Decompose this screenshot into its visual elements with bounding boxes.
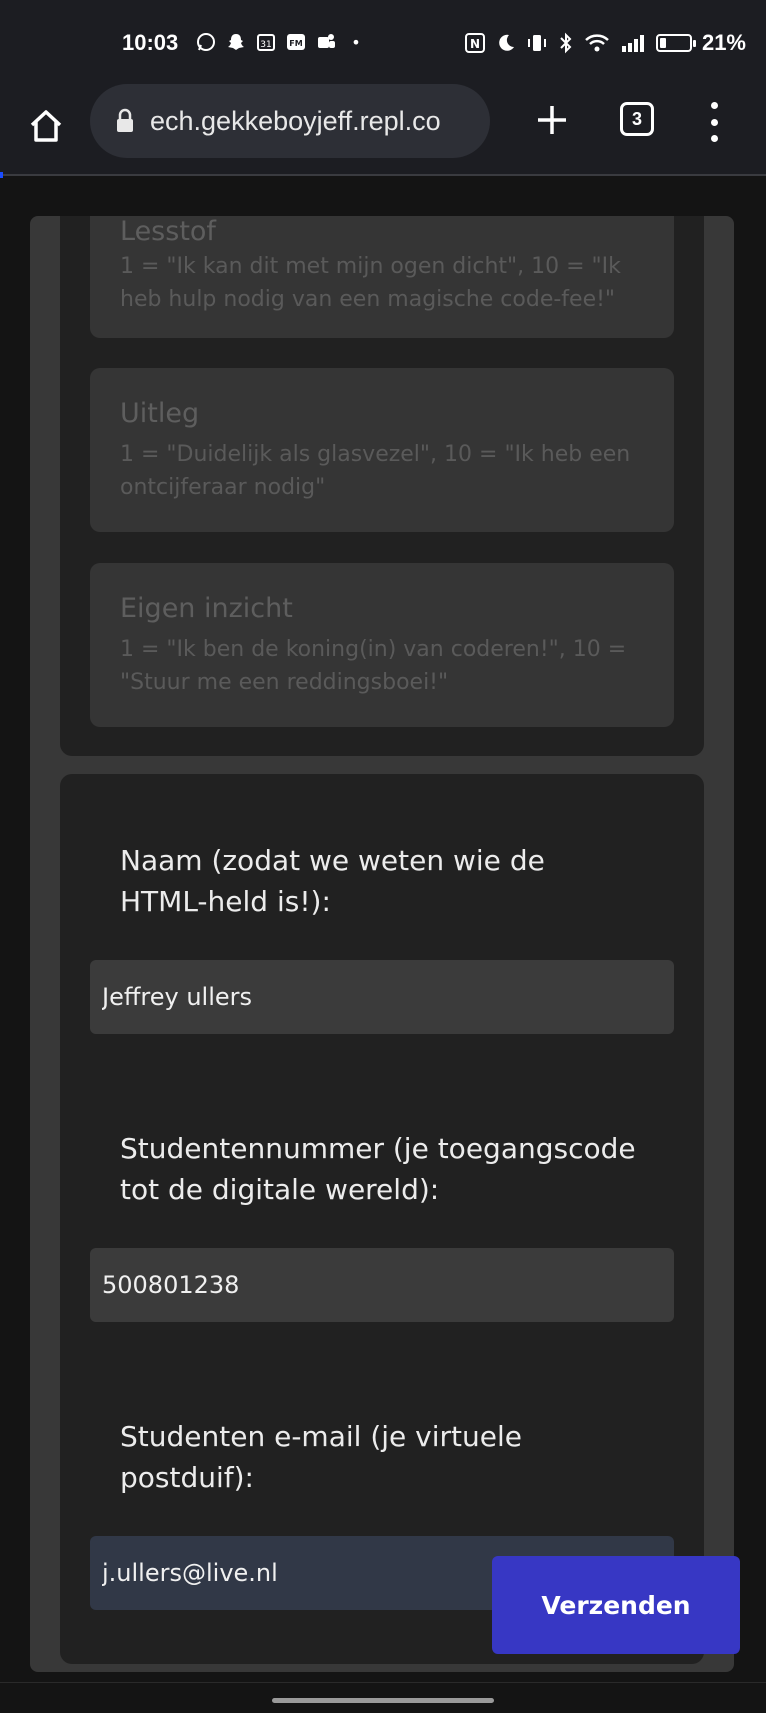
rating-card-lesstof[interactable]: Lesstof 1 = "Ik kan dit met mijn ogen di…	[90, 216, 674, 338]
student-info-section: Naam (zodat we weten wie de HTML-held is…	[60, 774, 704, 1664]
wifi-icon	[585, 34, 609, 52]
system-icons: N 21%	[464, 30, 746, 56]
tab-switcher-button[interactable]: 3	[620, 102, 654, 136]
new-tab-button[interactable]	[530, 98, 574, 142]
overflow-menu-button[interactable]	[702, 102, 726, 142]
whatsapp-icon	[196, 32, 216, 52]
browser-toolbar: ech.gekkeboyjeff.repl.co 3	[0, 84, 766, 176]
snapchat-icon	[226, 32, 246, 52]
fm-icon: FM	[286, 32, 306, 52]
submit-button[interactable]: Verzenden	[492, 1556, 740, 1654]
svg-text:31: 31	[260, 40, 271, 50]
rating-description: 1 = "Duidelijk als glasvezel", 10 = "Ik …	[120, 442, 631, 500]
student-number-input[interactable]	[90, 1248, 674, 1322]
menu-dot-icon	[710, 135, 718, 142]
calendar-icon: 31	[256, 32, 276, 52]
home-icon	[30, 110, 62, 142]
lock-icon	[117, 108, 133, 132]
home-button[interactable]	[22, 102, 70, 150]
name-label: Naam (zodat we weten wie de HTML-held is…	[120, 844, 545, 918]
svg-text:FM: FM	[289, 39, 302, 48]
student-number-label: Studentennummer (je toegangscode tot de …	[120, 1132, 636, 1206]
battery-percent: 21%	[701, 30, 746, 55]
nfc-icon: N	[464, 33, 485, 53]
signal-icon	[621, 35, 644, 52]
menu-dot-icon	[710, 118, 718, 126]
gesture-handle[interactable]	[272, 1698, 494, 1703]
rating-card-uitleg[interactable]: Uitleg 1 = "Duidelijk als glasvezel", 10…	[90, 368, 674, 532]
status-bar: 10:03 31 FM • N 21%	[0, 0, 766, 84]
page-load-indicator	[0, 172, 3, 178]
rating-title: Eigen inzicht	[120, 593, 293, 624]
rating-title: Uitleg	[120, 398, 200, 429]
rating-title: Lesstof	[120, 216, 216, 247]
rating-card-eigen-inzicht[interactable]: Eigen inzicht 1 = "Ik ben de koning(in) …	[90, 563, 674, 727]
email-label: Studenten e-mail (je virtuele postduif):	[120, 1420, 522, 1494]
moon-icon	[499, 34, 514, 51]
notification-icons: 31 FM •	[196, 32, 366, 52]
dot-icon: •	[351, 32, 361, 52]
address-bar[interactable]: ech.gekkeboyjeff.repl.co	[90, 84, 490, 158]
ratings-section: Lesstof 1 = "Ik kan dit met mijn ogen di…	[60, 216, 704, 756]
vibrate-icon	[527, 35, 546, 51]
teams-icon	[316, 32, 336, 52]
bluetooth-icon	[560, 32, 572, 54]
svg-text:N: N	[470, 37, 480, 51]
menu-dot-icon	[710, 102, 718, 109]
name-input[interactable]	[90, 960, 674, 1034]
plus-icon	[538, 106, 566, 134]
rating-description: 1 = "Ik kan dit met mijn ogen dicht", 10…	[120, 254, 621, 312]
battery-icon	[655, 34, 696, 52]
url-text: ech.gekkeboyjeff.repl.co	[150, 105, 441, 136]
status-time: 10:03	[122, 30, 179, 55]
rating-description: 1 = "Ik ben de koning(in) van coderen!",…	[120, 637, 627, 695]
